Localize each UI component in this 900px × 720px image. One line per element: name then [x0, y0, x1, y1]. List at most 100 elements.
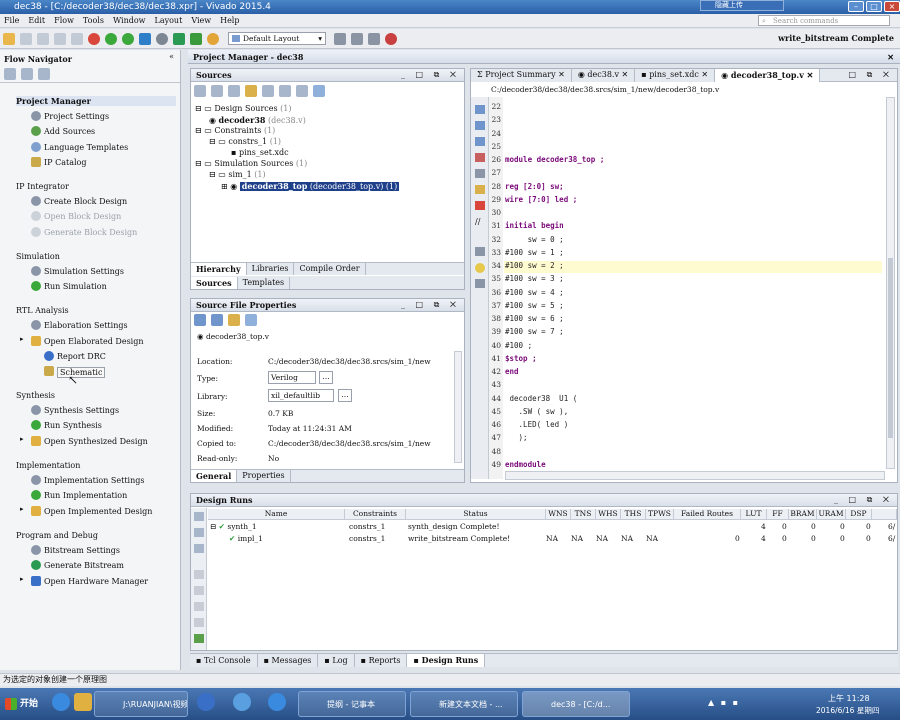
code-line[interactable]: #100 sw = 1 ;: [505, 248, 564, 257]
tab-dec38-v[interactable]: ◉ dec38.v ✕: [571, 68, 636, 82]
col-constraints[interactable]: Constraints: [345, 509, 406, 520]
new-project-icon[interactable]: [3, 32, 15, 45]
expand-all-icon[interactable]: [228, 85, 240, 97]
folder-icon[interactable]: [74, 693, 92, 711]
implementation-settings-item[interactable]: Implementation Settings: [44, 476, 144, 485]
close-icon[interactable]: ✕: [887, 50, 894, 64]
delete-icon[interactable]: [475, 201, 485, 210]
type-browse-button[interactable]: …: [319, 371, 333, 384]
code-line[interactable]: #100 sw = 3 ;: [505, 274, 564, 283]
panel-buttons[interactable]: _ □ ⧉ ✕: [401, 299, 460, 311]
tab-project-summary[interactable]: Σ Project Summary ✕: [471, 68, 572, 82]
type-select[interactable]: Verilog: [268, 371, 316, 384]
sigma-icon[interactable]: [190, 32, 202, 45]
generate-block-design-item[interactable]: Generate Block Design: [44, 228, 137, 237]
tab-decoder38-top[interactable]: ◉ decoder38_top.v ✕: [715, 68, 821, 82]
col-dsp[interactable]: DSP: [846, 509, 872, 520]
code-line[interactable]: endmodule: [505, 460, 546, 469]
hierarchy-icon[interactable]: [313, 85, 325, 97]
col-tns[interactable]: TNS: [571, 509, 596, 520]
search-icon[interactable]: [194, 512, 204, 521]
code-line[interactable]: initial begin: [505, 221, 564, 230]
tab-general[interactable]: General: [191, 470, 238, 482]
section-synthesis[interactable]: Synthesis: [16, 391, 55, 400]
code-line[interactable]: .SW ( sw ),: [505, 407, 569, 416]
tab-hierarchy[interactable]: Hierarchy: [191, 263, 247, 275]
code-line[interactable]: module decoder38_top ;: [505, 155, 604, 164]
create-block-design-item[interactable]: Create Block Design: [44, 197, 127, 206]
menu-edit[interactable]: Edit: [28, 16, 45, 25]
section-rtl-analysis[interactable]: RTL Analysis: [16, 306, 69, 315]
delete-icon[interactable]: [279, 85, 291, 97]
report-icon[interactable]: [173, 32, 185, 45]
browser-icon[interactable]: [197, 693, 215, 711]
tab-properties[interactable]: Properties: [237, 470, 291, 482]
tab-messages[interactable]: ▪ Messages: [258, 654, 319, 667]
scroll-thumb[interactable]: [888, 258, 893, 438]
collapse-all-icon[interactable]: [38, 68, 50, 80]
menu-window[interactable]: Window: [113, 16, 146, 25]
col-status[interactable]: Status: [406, 509, 546, 520]
delete-icon[interactable]: [88, 32, 100, 45]
col-lut[interactable]: LUT: [741, 509, 767, 520]
start-button[interactable]: 开始: [2, 692, 44, 716]
expand-all-icon[interactable]: [21, 68, 33, 80]
settings-icon[interactable]: [156, 32, 168, 45]
expand-icon[interactable]: ▸: [20, 435, 24, 443]
reset-icon[interactable]: [194, 618, 204, 627]
col-bram[interactable]: BRAM: [789, 509, 817, 520]
section-ip-integrator[interactable]: IP Integrator: [16, 182, 69, 191]
tree-sim-1[interactable]: ⊟ ▭ sim_1 (1): [209, 170, 266, 179]
save-icon[interactable]: [37, 32, 49, 45]
open-hardware-manager-item[interactable]: Open Hardware Manager: [44, 577, 148, 586]
project-settings-item[interactable]: Project Settings: [44, 112, 109, 121]
paste-icon[interactable]: [475, 185, 485, 194]
expand-icon[interactable]: ▸: [20, 335, 24, 343]
tree-constraints[interactable]: ⊟ ▭ Constraints (1): [195, 126, 275, 135]
tray-icons[interactable]: ▲ ▪ ▪: [708, 698, 740, 707]
section-simulation[interactable]: Simulation: [16, 252, 60, 261]
tree-constrs-1[interactable]: ⊟ ▭ constrs_1 (1): [209, 137, 281, 146]
expand-icon[interactable]: ▸: [20, 575, 24, 583]
panel-buttons[interactable]: _ □ ⧉ ✕: [401, 69, 460, 81]
code-line[interactable]: sw = 0 ;: [505, 235, 564, 244]
open-block-design-item[interactable]: Open Block Design: [44, 212, 121, 221]
code-line[interactable]: );: [505, 433, 528, 442]
library-select[interactable]: xil_defaultlib: [268, 389, 334, 402]
code-line[interactable]: #100 ;: [505, 341, 532, 350]
code-line[interactable]: #100 sw = 5 ;: [505, 301, 564, 310]
run-implementation-item[interactable]: Run Implementation: [44, 491, 127, 500]
properties-scrollbar[interactable]: [454, 351, 462, 463]
run-icon[interactable]: [105, 32, 117, 45]
menu-view[interactable]: View: [191, 16, 211, 25]
upload-overlay[interactable]: 隐藏上传: [700, 0, 784, 11]
first-icon[interactable]: [194, 586, 204, 595]
sync-icon[interactable]: [228, 314, 240, 326]
code-line[interactable]: end: [505, 367, 519, 376]
tree-pins-set[interactable]: ▪ pins_set.xdc: [231, 148, 289, 157]
generate-bitstream-item[interactable]: Generate Bitstream: [44, 561, 124, 570]
indent-icon[interactable]: [475, 247, 485, 256]
menu-layout[interactable]: Layout: [155, 16, 183, 25]
col-ths[interactable]: THS: [621, 509, 646, 520]
tab-sources[interactable]: Sources: [191, 276, 238, 289]
select-icon[interactable]: [245, 314, 257, 326]
tree-design-sources[interactable]: ⊟ ▭ Design Sources (1): [195, 104, 291, 113]
section-implementation[interactable]: Implementation: [16, 461, 80, 470]
run-all-icon[interactable]: [122, 32, 134, 45]
collapse-all-icon[interactable]: [194, 528, 204, 537]
lightbulb-icon[interactable]: [475, 263, 485, 273]
tool-icon[interactable]: [368, 32, 380, 45]
tab-tcl-console[interactable]: ▪ Tcl Console: [190, 654, 258, 667]
task-textdoc[interactable]: 新建文本文档 - ...: [410, 691, 518, 717]
layout-select[interactable]: Default Layout ▾: [228, 32, 326, 45]
menu-flow[interactable]: Flow: [54, 16, 74, 25]
menu-help[interactable]: Help: [220, 16, 239, 25]
properties-icon[interactable]: [296, 85, 308, 97]
task-folder[interactable]: J:\RUANJIAN\视频...: [94, 691, 188, 717]
add-icon[interactable]: [245, 85, 257, 97]
copy-icon[interactable]: [475, 169, 485, 178]
cut-icon[interactable]: [475, 153, 485, 162]
report-drc-item[interactable]: Report DRC: [57, 352, 106, 361]
launch-icon[interactable]: [194, 634, 204, 643]
